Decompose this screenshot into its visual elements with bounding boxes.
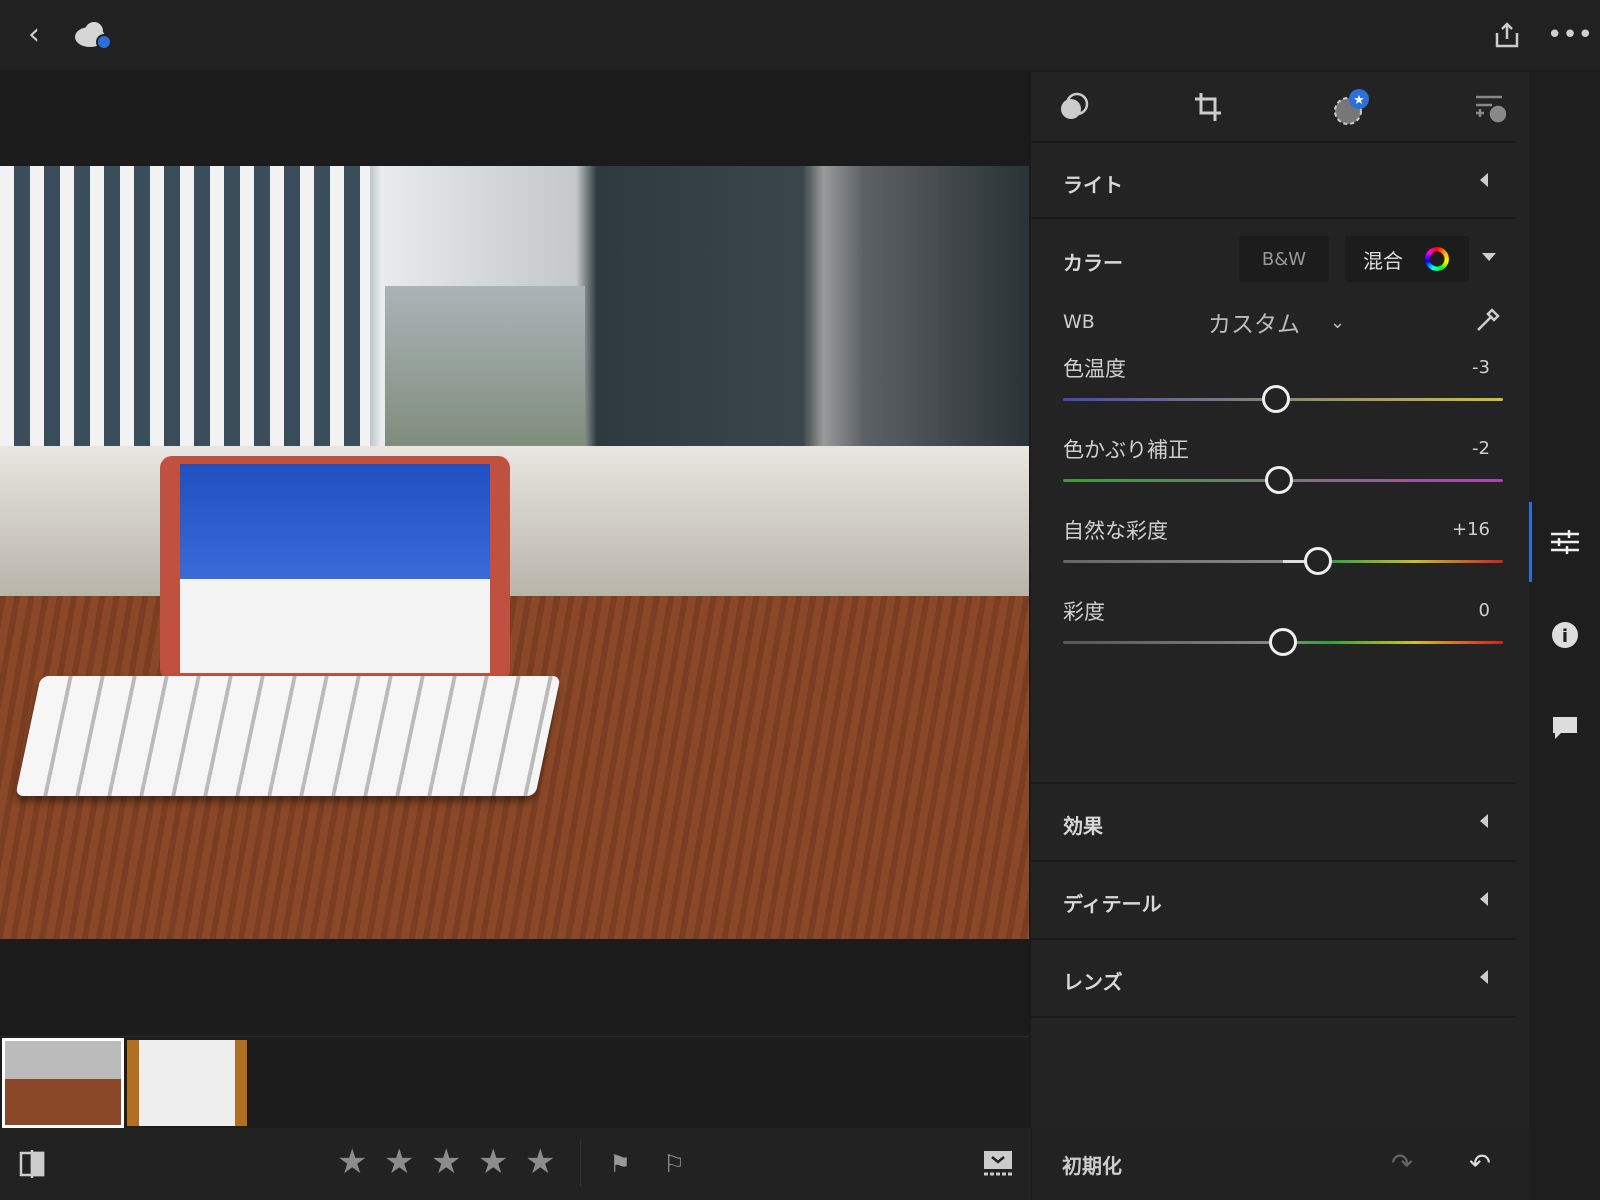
section-title: ディテール [1063,892,1162,916]
undo-icon[interactable]: ↶ [1464,1148,1496,1180]
wb-value: カスタム [1208,312,1300,338]
slider-label: 自然な彩度 [1063,519,1168,543]
mix-label: 混合 [1363,248,1403,273]
bw-button[interactable]: B&W [1239,236,1329,282]
filmstrip [0,1036,1029,1128]
tool-tabs: ★ [1031,72,1516,143]
slider-row: 色温度 -3 [1031,353,1516,423]
slider-label: 色温度 [1063,357,1126,381]
share-icon[interactable] [1490,18,1524,52]
section-light[interactable]: ライト [1031,143,1516,219]
slider-value[interactable]: -3 [1472,357,1490,378]
star-icon[interactable]: ★ [384,1142,414,1182]
collapse-arrow-icon [1480,892,1488,906]
presets-icon[interactable]: ★ [1331,86,1373,128]
thumbnail-1[interactable] [2,1038,124,1128]
flag-reject-icon[interactable]: ⚐ [658,1148,690,1180]
info-icon[interactable]: i [1547,617,1583,653]
section-color: カラー B&W 混合 WB カスタム ⌄ 色温度 -3 色かぶり補正 -2 自然な… [1031,219,1516,784]
filmstrip-toggle-icon[interactable] [982,1148,1014,1180]
star-icon[interactable]: ★ [431,1142,461,1182]
section-title: ライト [1063,173,1123,197]
cloud-sync-icon[interactable] [72,18,116,54]
slider-value[interactable]: +16 [1452,519,1490,540]
thumbnail-2[interactable] [127,1040,247,1126]
eyedropper-icon[interactable] [1471,303,1505,337]
svg-text:i: i [1562,626,1568,647]
slider-knob[interactable] [1262,385,1291,413]
top-bar: ‹ ••• [0,0,1600,70]
crop-icon[interactable] [1189,88,1227,126]
svg-text:★: ★ [1353,93,1365,108]
tablet [160,456,510,681]
edit-sliders-icon[interactable] [1547,524,1583,560]
collapse-arrow-icon [1480,814,1488,828]
slider-label: 色かぶり補正 [1063,438,1189,462]
section-detail[interactable]: ディテール [1031,862,1516,940]
section-title: レンズ [1063,970,1123,994]
redo-icon[interactable]: ↷ [1386,1148,1418,1180]
expand-arrow-icon[interactable] [1482,253,1496,261]
comment-icon[interactable] [1547,710,1583,746]
city-view [385,286,585,456]
section-title: 効果 [1063,814,1103,838]
section-effects[interactable]: 効果 [1031,784,1516,862]
slider-label: 彩度 [1063,600,1105,624]
chevron-down-icon: ⌄ [1330,311,1346,333]
versions-icon[interactable] [1471,88,1509,126]
back-chevron-left-icon[interactable]: ‹ [16,16,52,52]
slider-row: 彩度 0 [1031,596,1516,666]
collapse-arrow-icon [1480,970,1488,984]
right-sidebar: i [1529,72,1600,1200]
more-icon[interactable]: ••• [1547,18,1593,52]
slider-value[interactable]: 0 [1479,600,1490,621]
edit-panel: ★ ライト カラー B&W 混合 WB カスタム ⌄ 色温度 -3 色かぶり補正 … [1031,72,1529,1128]
slider-value[interactable]: -2 [1472,438,1490,459]
bottom-toolbar: ★ ★ ★ ★ ★ ⚑ ⚐ 初期化 ↷ ↶ [0,1128,1529,1200]
keyboard [15,676,561,796]
star-icon[interactable]: ★ [337,1142,367,1182]
slider-knob[interactable] [1269,628,1297,656]
building-left [0,166,370,456]
slider-track[interactable] [1063,628,1503,656]
desk-counter [0,446,1029,596]
wb-dropdown[interactable]: カスタム ⌄ [1208,305,1345,339]
slider-track[interactable] [1063,466,1503,494]
color-wheel-icon [1425,247,1449,271]
compare-icon[interactable] [16,1148,48,1180]
slider-knob[interactable] [1264,466,1293,494]
reset-button[interactable]: 初期化 [1062,1150,1122,1179]
section-title: カラー [1063,251,1123,275]
section-lens[interactable]: レンズ [1031,940,1516,1018]
photo-canvas[interactable] [0,166,1029,939]
slider-track[interactable] [1063,547,1503,575]
wb-label: WB [1063,311,1095,333]
slider-row: 色かぶり補正 -2 [1031,434,1516,504]
slider-knob[interactable] [1304,547,1333,575]
color-mix-button[interactable]: 混合 [1345,236,1469,282]
active-indicator [1529,502,1532,582]
selective-icon[interactable] [1055,88,1093,126]
flag-pick-icon[interactable]: ⚑ [604,1148,636,1180]
slider-row: 自然な彩度 +16 [1031,515,1516,585]
divider [580,1140,581,1186]
slider-track[interactable] [1063,385,1503,413]
collapse-arrow-icon [1480,173,1488,187]
star-icon[interactable]: ★ [478,1142,508,1182]
star-icon[interactable]: ★ [525,1142,555,1182]
divider [1031,1128,1032,1200]
